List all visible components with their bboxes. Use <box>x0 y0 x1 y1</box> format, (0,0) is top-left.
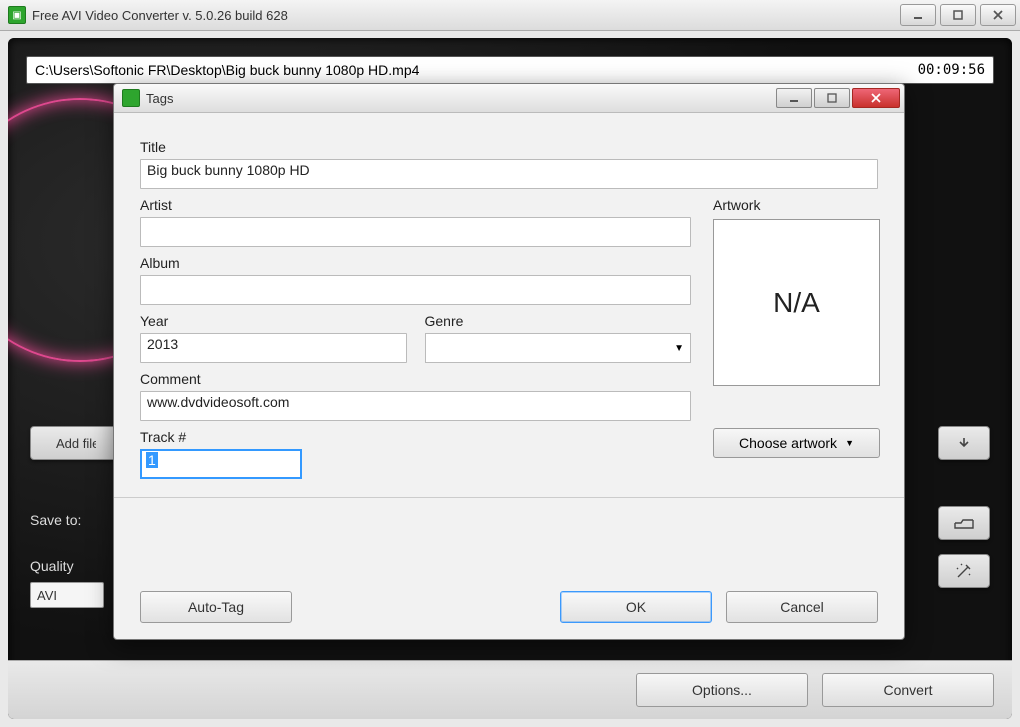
genre-select[interactable]: ▼ <box>425 333 692 363</box>
maximize-button[interactable] <box>940 4 976 26</box>
quality-wizard-button[interactable] <box>938 554 990 588</box>
dialog-maximize-button[interactable] <box>814 88 850 108</box>
wand-icon <box>955 562 973 580</box>
add-files-button[interactable]: Add files... <box>30 426 122 460</box>
dialog-titlebar: Tags <box>114 84 904 113</box>
close-icon <box>992 9 1004 21</box>
app-title: Free AVI Video Converter v. 5.0.26 build… <box>32 8 900 23</box>
dialog-separator <box>114 497 904 498</box>
file-duration: 00:09:56 <box>918 62 985 78</box>
minimize-icon <box>789 93 799 103</box>
file-path-bar[interactable]: C:\Users\Softonic FR\Desktop\Big buck bu… <box>26 56 994 84</box>
quality-format-select[interactable]: AVI <box>30 582 104 608</box>
year-value: 2013 <box>147 336 178 352</box>
file-path-text: C:\Users\Softonic FR\Desktop\Big buck bu… <box>35 62 918 78</box>
main-titlebar: ▣ Free AVI Video Converter v. 5.0.26 bui… <box>0 0 1020 31</box>
tags-dialog: Tags Title Big buck bunny 1080p HD <box>113 83 905 640</box>
dialog-body: Title Big buck bunny 1080p HD Artist Alb… <box>114 113 904 575</box>
album-input[interactable] <box>140 275 691 305</box>
artist-input[interactable] <box>140 217 691 247</box>
track-value: 1 <box>146 452 158 468</box>
artwork-placeholder: N/A <box>773 287 820 319</box>
title-input[interactable]: Big buck bunny 1080p HD <box>140 159 878 189</box>
minimize-icon <box>912 9 924 21</box>
dialog-close-button[interactable] <box>852 88 900 108</box>
cancel-label: Cancel <box>780 599 824 615</box>
cancel-button[interactable]: Cancel <box>726 591 878 623</box>
save-to-label: Save to: <box>30 512 81 528</box>
comment-value: www.dvdvideosoft.com <box>147 394 289 410</box>
auto-tag-label: Auto-Tag <box>188 599 244 615</box>
options-label: Options... <box>692 682 752 698</box>
arrow-down-icon <box>956 435 972 451</box>
artwork-preview: N/A <box>713 219 880 386</box>
track-input[interactable]: 1 <box>140 449 302 479</box>
choose-artwork-button[interactable]: Choose artwork ▼ <box>713 428 880 458</box>
chevron-down-icon: ▼ <box>674 343 684 354</box>
album-label: Album <box>140 255 691 271</box>
convert-label: Convert <box>883 682 932 698</box>
artwork-label: Artwork <box>713 197 878 213</box>
app-icon: ▣ <box>8 6 26 24</box>
dialog-title: Tags <box>146 91 774 106</box>
main-footer: Options... Convert <box>8 660 1012 719</box>
track-label: Track # <box>140 429 691 445</box>
dialog-icon <box>122 89 140 107</box>
add-files-label: Add files... <box>56 436 96 451</box>
chevron-down-icon: ▼ <box>845 438 854 448</box>
quality-format-value: AVI <box>37 588 57 603</box>
quality-label: Quality <box>30 558 74 574</box>
close-button[interactable] <box>980 4 1016 26</box>
artist-label: Artist <box>140 197 691 213</box>
genre-label: Genre <box>425 313 692 329</box>
minimize-button[interactable] <box>900 4 936 26</box>
year-input[interactable]: 2013 <box>140 333 407 363</box>
dialog-footer: Auto-Tag OK Cancel <box>114 575 904 639</box>
main-window: ▣ Free AVI Video Converter v. 5.0.26 bui… <box>0 0 1020 727</box>
ok-button[interactable]: OK <box>560 591 712 623</box>
year-label: Year <box>140 313 407 329</box>
move-down-button[interactable] <box>938 426 990 460</box>
convert-button[interactable]: Convert <box>822 673 994 707</box>
folder-icon <box>954 516 974 530</box>
title-label: Title <box>140 139 878 155</box>
options-button[interactable]: Options... <box>636 673 808 707</box>
dialog-minimize-button[interactable] <box>776 88 812 108</box>
auto-tag-button[interactable]: Auto-Tag <box>140 591 292 623</box>
comment-input[interactable]: www.dvdvideosoft.com <box>140 391 691 421</box>
title-value: Big buck bunny 1080p HD <box>147 162 310 178</box>
comment-label: Comment <box>140 371 691 387</box>
browse-folder-button[interactable] <box>938 506 990 540</box>
maximize-icon <box>827 93 837 103</box>
maximize-icon <box>952 9 964 21</box>
choose-artwork-label: Choose artwork <box>739 435 837 451</box>
ok-label: OK <box>626 599 646 615</box>
close-icon <box>870 93 882 103</box>
